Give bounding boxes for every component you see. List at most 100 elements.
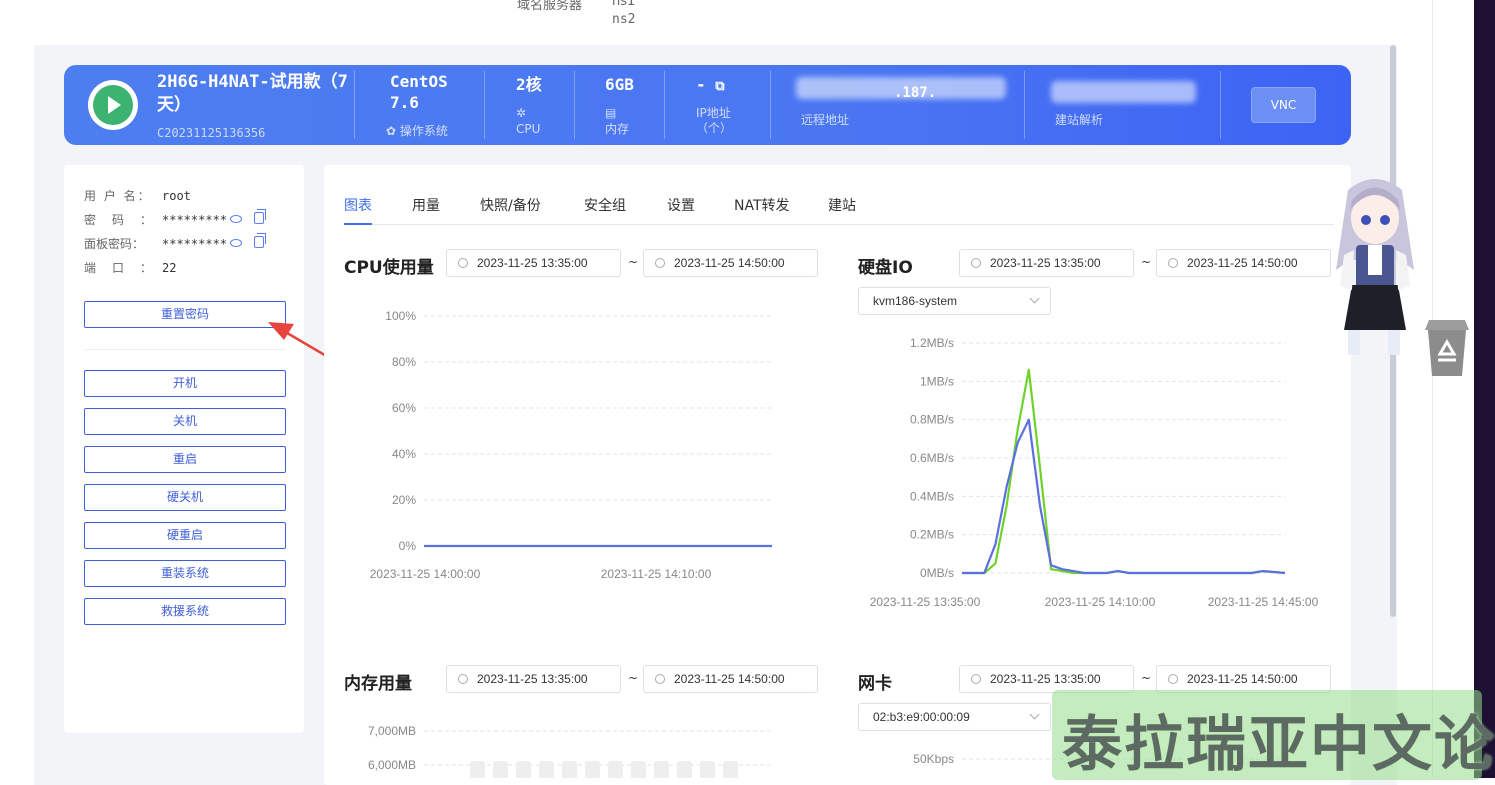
y-tick-label: 0MB/s — [920, 566, 954, 580]
tab-usage[interactable]: 用量 — [412, 195, 440, 215]
page: 域名服务器 ns1 ns2 2H6G-H4NAT-试用款（7天） C202311… — [0, 0, 1495, 785]
memory-bar — [585, 761, 600, 778]
memory-bar — [631, 761, 646, 778]
nic-end-date[interactable]: 2023-11-25 14:50:00 — [1156, 665, 1331, 693]
y-tick-label: 0.6MB/s — [910, 451, 954, 465]
reset-password-button[interactable]: 重置密码 — [84, 301, 286, 328]
memory-bar — [516, 761, 531, 778]
memory-bar — [700, 761, 715, 778]
y-tick-label: 0.2MB/s — [910, 528, 954, 542]
recycle-bin-icon[interactable] — [1423, 316, 1471, 378]
y-tick-label: 7,000MB — [368, 724, 416, 738]
y-tick-label: 1MB/s — [920, 374, 954, 388]
rescue-button[interactable]: 救援系统 — [84, 598, 286, 625]
redacted-dns — [1051, 81, 1196, 103]
y-tick-label: 0.8MB/s — [910, 413, 954, 427]
cpu-end-date[interactable]: 2023-11-25 14:50:00 — [643, 249, 818, 277]
forum-watermark: 泰拉瑞亚中文论坛 — [1052, 690, 1495, 780]
remote-address: .187. — [894, 85, 937, 101]
remote-label: 远程地址 — [801, 113, 850, 127]
disk-start-date[interactable]: 2023-11-25 13:35:00 — [959, 249, 1134, 277]
memory-end-date[interactable]: 2023-11-25 14:50:00 — [643, 665, 818, 693]
memory-bar — [677, 761, 692, 778]
dns-server-label: 域名服务器 — [517, 0, 583, 13]
ip-value: - ⧉ — [696, 75, 725, 94]
hard-restart-button[interactable]: 硬重启 — [84, 522, 286, 549]
copy-icon: ⧉ — [715, 79, 725, 94]
clock-icon — [971, 674, 981, 684]
nic-device-select[interactable]: 02:b3:e9:00:00:09 — [858, 703, 1051, 731]
copy-icon[interactable] — [254, 233, 266, 248]
dns-ns1: ns1 — [612, 0, 636, 9]
cpu-start-date[interactable]: 2023-11-25 13:35:00 — [446, 249, 621, 277]
y-tick-label: 1.2MB/s — [910, 336, 954, 350]
tab-security-group[interactable]: 安全组 — [584, 195, 626, 215]
memory-icon: ▤ — [605, 106, 617, 120]
tab-site[interactable]: 建站 — [828, 195, 856, 215]
panel-password-value: ********* — [162, 237, 228, 251]
os-value: CentOS 7.6 — [390, 72, 448, 112]
y-tick-label: 20% — [392, 493, 416, 507]
y-tick-label: 0% — [399, 539, 417, 553]
dns-label: 建站解析 — [1055, 113, 1104, 127]
memory-bar — [562, 761, 577, 778]
tab-snapshot-backup[interactable]: 快照/备份 — [480, 195, 541, 215]
chip-icon: ✲ — [516, 106, 527, 120]
restart-button[interactable]: 重启 — [84, 446, 286, 473]
clock-icon — [1168, 674, 1178, 684]
nic-chart-title: 网卡 — [858, 674, 892, 694]
memory-start-date[interactable]: 2023-11-25 13:35:00 — [446, 665, 621, 693]
eye-icon[interactable] — [230, 215, 242, 223]
server-code: C20231125136356 — [157, 126, 266, 140]
clock-icon — [655, 674, 665, 684]
memory-chart: 7,000MB 6,000MB — [368, 724, 772, 778]
clock-icon — [655, 258, 665, 268]
server-banner: 2H6G-H4NAT-试用款（7天） C20231125136356 CentO… — [64, 65, 1351, 145]
cpu-chart-title: CPU使用量 — [344, 258, 434, 278]
memory-chart-title: 内存用量 — [344, 674, 412, 694]
power-on-button[interactable]: 开机 — [84, 370, 286, 397]
username-value: root — [162, 189, 191, 203]
cpu-chart: 100% 80% 60% 40% 20% 0% 2023-11-25 14:00:00 202… — [370, 309, 772, 581]
disk-end-date[interactable]: 2023-11-25 14:50:00 — [1156, 249, 1331, 277]
memory-value: 6GB — [605, 75, 634, 94]
y-tick-label: 60% — [392, 401, 416, 415]
hard-shutdown-button[interactable]: 硬关机 — [84, 484, 286, 511]
y-tick-label: 100% — [385, 309, 416, 323]
reinstall-button[interactable]: 重装系统 — [84, 560, 286, 587]
vnc-button[interactable]: VNC — [1251, 87, 1316, 123]
x-tick-label: 2023-11-25 14:10:00 — [601, 567, 712, 581]
nic-start-date[interactable]: 2023-11-25 13:35:00 — [959, 665, 1134, 693]
x-tick-label: 2023-11-25 14:10:00 — [1045, 595, 1156, 609]
eye-icon[interactable] — [230, 239, 242, 247]
divider — [1432, 0, 1433, 778]
window-edge — [1474, 0, 1495, 778]
cpu-label: CPU — [516, 122, 541, 136]
password-value: ********* — [162, 213, 228, 227]
y-tick-label: 6,000MB — [368, 758, 416, 772]
memory-bar — [608, 761, 623, 778]
memory-label: 内存 — [605, 122, 630, 136]
gear-icon: ✿ — [386, 124, 397, 138]
clock-icon — [458, 258, 468, 268]
y-tick-label: 50Kbps — [913, 752, 954, 766]
mascot-sticker — [1336, 179, 1414, 355]
copy-icon[interactable] — [254, 209, 266, 224]
chevron-down-icon — [1029, 709, 1040, 720]
disk-io-chart: 1.2MB/s 1MB/s 0.8MB/s 0.6MB/s 0.4MB/s 0.2MB/s… — [870, 336, 1319, 609]
x-tick-label: 2023-11-25 14:45:00 — [1208, 595, 1319, 609]
memory-bar — [654, 761, 669, 778]
memory-bar — [539, 761, 554, 778]
active-tab-indicator — [344, 223, 372, 225]
memory-bar — [470, 761, 485, 778]
tab-charts[interactable]: 图表 — [344, 195, 372, 215]
shutdown-button[interactable]: 关机 — [84, 408, 286, 435]
chevron-down-icon — [1029, 293, 1040, 304]
clock-icon — [458, 674, 468, 684]
clock-icon — [971, 258, 981, 268]
tab-bar: 图表 用量 快照/备份 安全组 设置 NAT转发 建站 — [344, 195, 1334, 225]
tab-settings[interactable]: 设置 — [667, 195, 695, 215]
memory-bar — [493, 761, 508, 778]
tab-nat-forward[interactable]: NAT转发 — [734, 195, 790, 215]
disk-device-select[interactable]: kvm186-system — [858, 287, 1051, 315]
